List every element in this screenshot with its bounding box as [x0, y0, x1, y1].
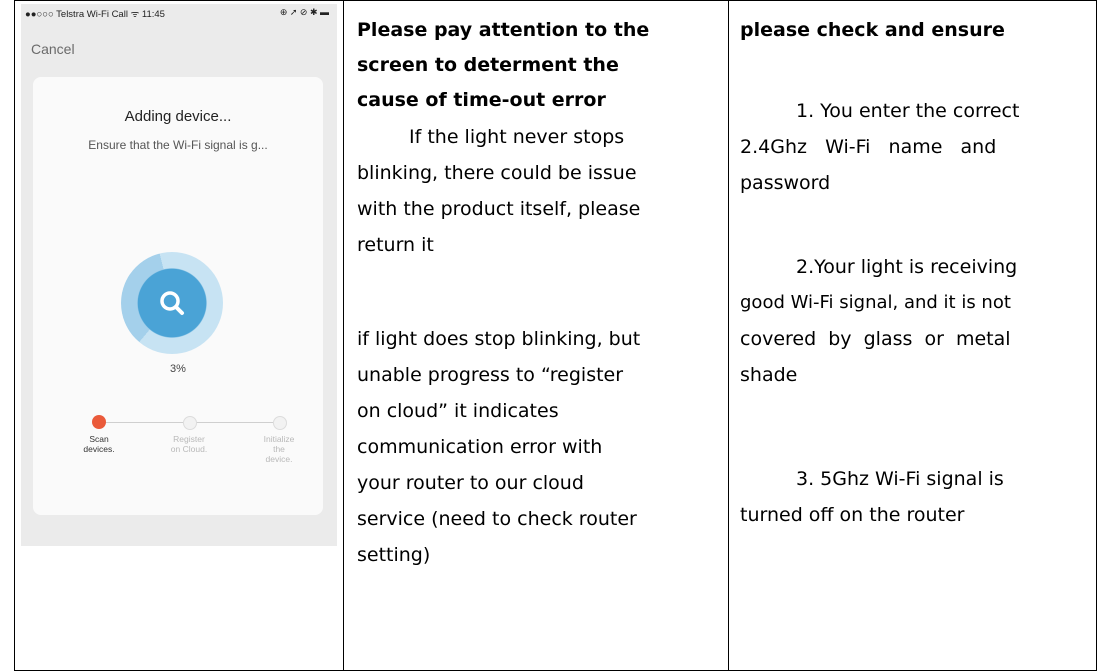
- card-subtitle: Ensure that the Wi-Fi signal is g...: [88, 138, 268, 152]
- table-column-divider-2: [728, 0, 729, 671]
- table-column-divider-1: [343, 0, 344, 671]
- paragraph-line: your router to our cloud: [357, 472, 584, 494]
- step-label-initialize: Initialize the device.: [249, 434, 309, 464]
- step-label-register: Register on Cloud.: [159, 434, 219, 454]
- heading-line: screen to determent the: [357, 54, 619, 76]
- step-label-line: the: [273, 444, 285, 454]
- step-label-line: Register: [173, 434, 205, 444]
- adding-device-card: Adding device... Ensure that the Wi-Fi s…: [33, 77, 323, 515]
- paragraph-line: If the light never stops: [409, 126, 625, 148]
- paragraph-line: blinking, there could be issue: [357, 162, 637, 184]
- status-icons: ⊕ ➚ ⊘ ✱ ▬: [279, 7, 329, 17]
- paragraph-line: service (need to check router: [357, 508, 637, 530]
- checklist-line: 3. 5Ghz Wi-Fi signal is: [796, 468, 1004, 490]
- card-title: Adding device...: [124, 108, 232, 125]
- paragraph-line: if light does stop blinking, but: [357, 328, 641, 350]
- step-connector: [99, 422, 183, 423]
- progress-percent: 3%: [170, 363, 186, 375]
- progress-steps: Scan devices. Register on Cloud. Initial…: [33, 409, 323, 469]
- status-carrier-time: ●●○○○ Telstra Wi-Fi Call ᯤ 11:45: [25, 9, 165, 20]
- paragraph-line: with the product itself, please: [357, 198, 641, 220]
- checklist-line: covered by glass or metal: [740, 328, 1011, 350]
- step-label-line: Scan: [89, 434, 109, 444]
- step-label-line: on Cloud.: [170, 444, 208, 454]
- checklist-line: good Wi-Fi signal, and it is not: [740, 292, 1011, 313]
- checklist-line: 2.4Ghz Wi-Fi name and: [740, 136, 997, 158]
- heading-line: Please pay attention to the: [357, 19, 650, 41]
- status-bar: ●●○○○ Telstra Wi-Fi Call ᯤ 11:45 ⊕ ➚ ⊘ ✱…: [21, 4, 337, 22]
- cancel-button[interactable]: Cancel: [31, 41, 75, 57]
- checklist-line: 2.Your light is receiving: [796, 256, 1018, 278]
- paragraph-line: communication error with: [357, 436, 603, 458]
- step-dot-scan: [92, 415, 106, 429]
- step-connector: [189, 422, 273, 423]
- step-dot-register: [183, 416, 197, 430]
- step-label-line: devices.: [83, 444, 115, 454]
- checklist-heading: please check and ensure: [740, 19, 1005, 41]
- step-label-line: device.: [265, 454, 293, 464]
- table-top-border: [14, 0, 1097, 1]
- paragraph-line: setting): [357, 544, 431, 566]
- paragraph-line: return it: [357, 234, 434, 256]
- step-label-line: Initialize: [263, 434, 295, 444]
- checklist-line: turned off on the router: [740, 504, 965, 526]
- checklist-line: password: [740, 172, 831, 194]
- phone-screenshot: ●●○○○ Telstra Wi-Fi Call ᯤ 11:45 ⊕ ➚ ⊘ ✱…: [21, 4, 337, 546]
- paragraph-line: unable progress to “register: [357, 364, 624, 386]
- checklist-line: 1. You enter the correct: [796, 100, 1020, 122]
- checklist-line: shade: [740, 364, 798, 386]
- heading-line: cause of time-out error: [357, 89, 606, 111]
- search-icon: [160, 291, 184, 315]
- paragraph-line: on cloud” it indicates: [357, 400, 559, 422]
- table-left-border: [14, 0, 15, 671]
- step-label-scan: Scan devices.: [69, 434, 129, 454]
- step-dot-initialize: [273, 416, 287, 430]
